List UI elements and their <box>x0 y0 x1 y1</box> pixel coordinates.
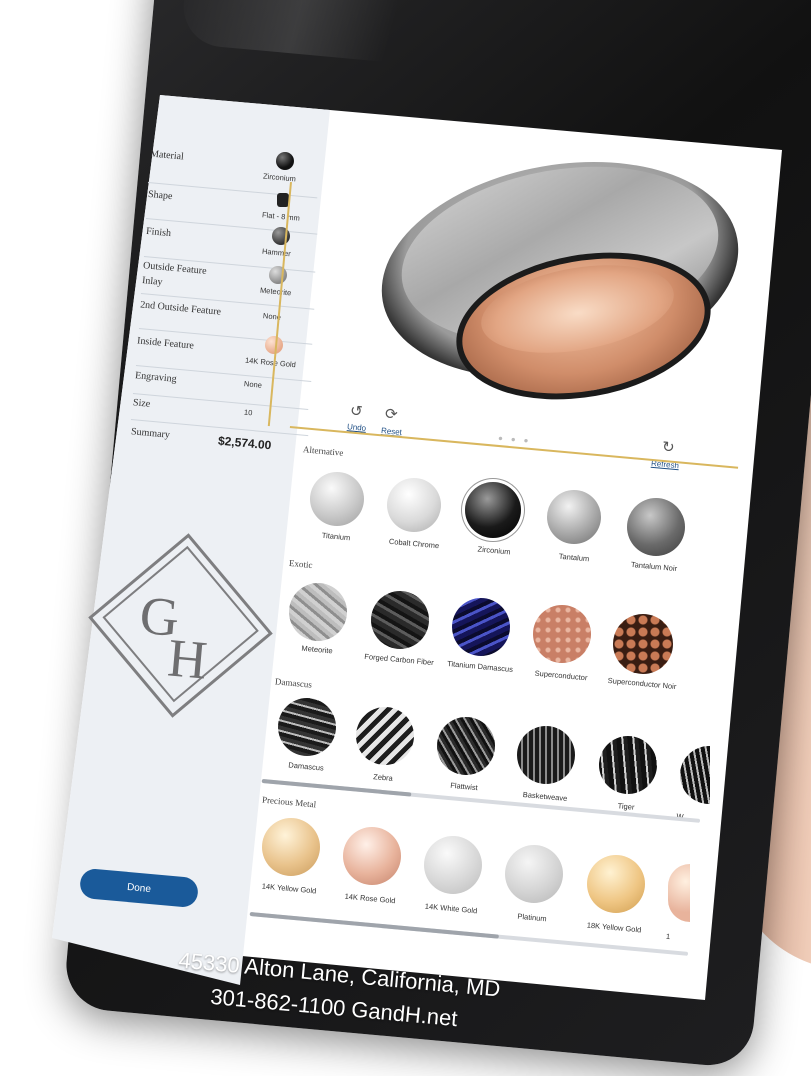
gh-logo-g: G <box>137 584 174 648</box>
swatch-18k-yellow-gold[interactable] <box>587 855 645 913</box>
swatch-tantalum-noir[interactable] <box>627 498 685 556</box>
swatch-14k-rose-gold[interactable] <box>343 827 401 885</box>
gh-logo-h: H <box>165 627 210 691</box>
row-shape-label: Shape <box>147 188 173 203</box>
refresh-icon[interactable]: ↻ <box>661 437 675 456</box>
swatch-damascus[interactable] <box>278 698 336 756</box>
swatch-14k-white-gold[interactable] <box>424 836 482 894</box>
swatch-forged-carbon-fiber[interactable] <box>371 591 429 649</box>
row-size-value: 10 <box>243 407 253 418</box>
material-swatch[interactable] <box>276 152 294 170</box>
reset-icon[interactable]: ⟳ <box>384 404 398 423</box>
swatch-flattwist[interactable] <box>437 717 495 775</box>
swatch-cobalt-chrome[interactable] <box>387 478 441 532</box>
row-size-label: Size <box>132 397 151 410</box>
section-title-exotic: Exotic <box>288 557 313 571</box>
row-outside-feature-label2: Inlay <box>141 275 164 288</box>
swatch-basketweave[interactable] <box>517 726 575 784</box>
undo-icon[interactable]: ↺ <box>349 401 363 420</box>
swatch-meteorite[interactable] <box>289 583 347 641</box>
outside-feature-swatch[interactable] <box>269 266 287 284</box>
swatch-titanium-damascus[interactable] <box>452 598 510 656</box>
swatch-zebra[interactable] <box>356 707 414 765</box>
row-finish-label: Finish <box>145 225 172 240</box>
swatch-superconductor-noir[interactable] <box>613 614 673 674</box>
swatch-tantalum[interactable] <box>547 490 601 544</box>
row-engraving-value: None <box>243 379 263 390</box>
swatch-tiger[interactable] <box>599 736 657 794</box>
swatch-superconductor[interactable] <box>533 605 591 663</box>
swatch-titanium[interactable] <box>310 472 364 526</box>
finish-swatch[interactable] <box>272 227 290 245</box>
photo-scene: Material Zirconium Shape Flat - 8 mm Fin… <box>0 0 811 1076</box>
swatch-platinum[interactable] <box>505 845 563 903</box>
swatch-zirconium-selected[interactable] <box>465 482 521 538</box>
swatch-14k-yellow-gold[interactable] <box>262 818 320 876</box>
